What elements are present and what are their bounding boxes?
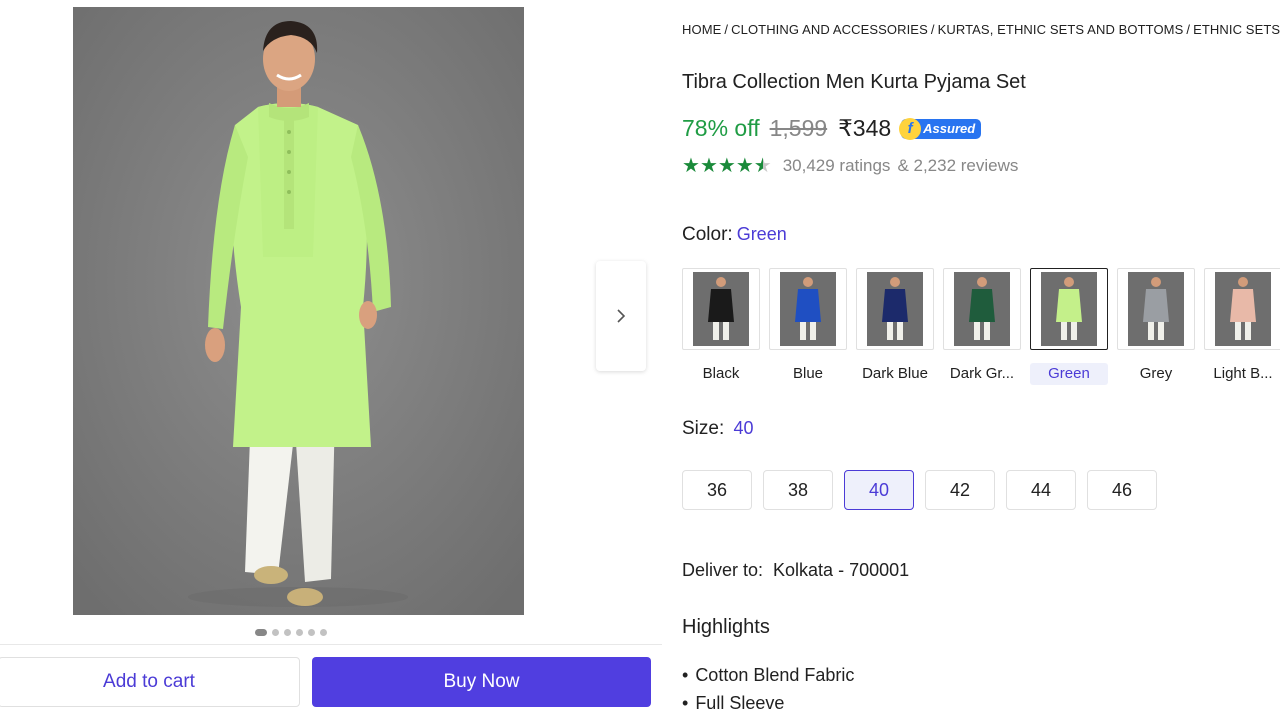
delivery-location: Kolkata - 700001 [773, 560, 910, 580]
reviews-count: & 2,232 reviews [897, 156, 1019, 175]
swatch-image [780, 272, 836, 346]
swatch-image [954, 272, 1010, 346]
swatch-label: Dark Gr... [949, 365, 1015, 382]
breadcrumb-home[interactable]: HOME [682, 22, 721, 37]
size-option[interactable]: 38 [763, 470, 833, 510]
swatch-image [1128, 272, 1184, 346]
size-option[interactable]: 46 [1087, 470, 1157, 510]
swatch-thumbnail [1117, 268, 1195, 350]
assured-logo-icon: f [899, 117, 922, 140]
gallery-dot[interactable] [320, 629, 327, 636]
gallery-dot[interactable] [308, 629, 315, 636]
original-price: 1,599 [769, 115, 828, 141]
color-swatch[interactable]: Dark Gr... [943, 268, 1021, 385]
color-swatch[interactable]: Blue [769, 268, 847, 385]
rating-stars: ★ ★ ★ ★ ★ [682, 156, 772, 176]
swatch-label: Light B... [1213, 365, 1273, 382]
buy-now-button[interactable]: Buy Now [312, 657, 651, 707]
swatch-image [1215, 272, 1271, 346]
swatch-thumbnail [943, 268, 1021, 350]
selling-price: ₹348 [838, 115, 892, 141]
star-full-icon: ★ [735, 155, 754, 177]
add-to-cart-button[interactable]: Add to cart [0, 657, 300, 707]
color-label-text: Color: [682, 224, 733, 245]
size-option[interactable]: 42 [925, 470, 995, 510]
size-options: 36 38 40 42 44 46 [682, 470, 1157, 510]
swatch-image [867, 272, 923, 346]
gallery-dot[interactable] [296, 629, 303, 636]
swatch-thumbnail [682, 268, 760, 350]
price-row: 78% off 1,599 ₹348 f Assured [682, 115, 982, 142]
swatch-label: Black [702, 365, 740, 382]
swatch-thumbnail [1204, 268, 1280, 350]
breadcrumb: HOME / CLOTHING AND ACCESSORIES / KURTAS, ET… [682, 22, 1280, 37]
product-title: Tibra Collection Men Kurta Pyjama Set [682, 71, 1026, 93]
breadcrumb-clothing[interactable]: CLOTHING AND ACCESSORIES [731, 22, 928, 37]
highlights-title: Highlights [682, 616, 770, 638]
color-swatch[interactable]: Light B... [1204, 268, 1280, 385]
star-full-icon: ★ [717, 155, 736, 177]
divider [0, 644, 662, 645]
size-option[interactable]: 36 [682, 470, 752, 510]
swatch-thumbnail [856, 268, 934, 350]
size-option[interactable]: 40 [844, 470, 914, 510]
star-full-icon: ★ [682, 155, 700, 177]
highlights-list: Cotton Blend FabricFull Sleeve [682, 661, 854, 717]
deliver-to-label: Deliver to: [682, 560, 764, 580]
gallery-dots [255, 629, 327, 636]
breadcrumb-ethnic-sets[interactable]: ETHNIC SETS [1193, 22, 1280, 37]
size-label-text: Size: [682, 418, 725, 439]
chevron-right-icon [617, 309, 626, 323]
color-swatch[interactable]: Green [1030, 268, 1108, 385]
swatch-thumbnail [1030, 268, 1108, 350]
star-full-icon: ★ [699, 155, 718, 177]
swatch-image [1041, 272, 1097, 346]
gallery-dot[interactable] [255, 629, 267, 636]
gallery-dot[interactable] [284, 629, 291, 636]
selected-color: Green [736, 224, 787, 244]
swatch-label: Grey [1139, 365, 1173, 382]
size-option[interactable]: 44 [1006, 470, 1076, 510]
color-swatch[interactable]: Dark Blue [856, 268, 934, 385]
gallery-dot[interactable] [272, 629, 279, 636]
size-label: Size: 40 [682, 418, 754, 440]
swatch-label: Dark Blue [862, 365, 928, 382]
breadcrumb-kurtas[interactable]: KURTAS, ETHNIC SETS AND BOTTOMS [938, 22, 1184, 37]
swatch-image [693, 272, 749, 346]
color-swatches: Black Blue Dark Blue Dark Gr... Green Grey Lig… [682, 268, 1280, 385]
ratings-count: 30,429 ratings [782, 156, 891, 175]
swatch-label: Green [1030, 363, 1108, 385]
assured-badge: f Assured [899, 117, 982, 140]
product-image[interactable] [73, 7, 524, 615]
highlight-item: Cotton Blend Fabric [682, 661, 854, 689]
swatch-label: Blue [792, 365, 824, 382]
product-details: HOME / CLOTHING AND ACCESSORIES / KURTAS, ET… [682, 0, 1280, 713]
star-half-icon: ★ [753, 155, 772, 177]
selected-size: 40 [733, 418, 754, 438]
assured-label: Assured [923, 121, 976, 136]
color-swatch[interactable]: Black [682, 268, 760, 385]
kurta-model-illustration [73, 7, 524, 615]
next-image-button[interactable] [596, 261, 646, 371]
discount-percent: 78% off [682, 115, 760, 141]
color-label: Color: Green [682, 224, 787, 246]
product-gallery: Add to cart Buy Now [0, 0, 662, 712]
color-swatch[interactable]: Grey [1117, 268, 1195, 385]
rating-row[interactable]: ★ ★ ★ ★ ★ 30,429 ratings & 2,232 reviews [682, 156, 1018, 176]
highlight-item: Full Sleeve [682, 689, 854, 717]
delivery-info[interactable]: Deliver to: Kolkata - 700001 [682, 560, 909, 581]
swatch-thumbnail [769, 268, 847, 350]
